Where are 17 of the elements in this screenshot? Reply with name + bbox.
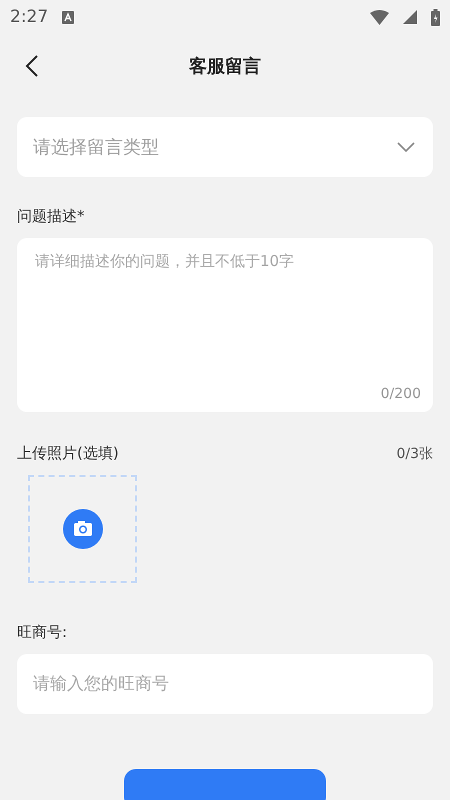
photos-label: 上传照片(选填): [17, 444, 119, 463]
wifi-icon: [370, 10, 389, 24]
description-label: 问题描述*: [17, 207, 84, 226]
account-label: 旺商号:: [17, 623, 68, 642]
notification-icon: [62, 10, 74, 24]
type-dropdown[interactable]: 请选择留言类型: [17, 117, 433, 177]
photo-counter: 0/3张: [396, 444, 433, 462]
page-title: 客服留言: [189, 55, 261, 78]
photo-upload-area[interactable]: [28, 475, 137, 583]
camera-icon: [62, 509, 102, 549]
chevron-down-icon: [397, 142, 415, 152]
status-time: 2:27: [10, 7, 48, 27]
character-counter: 0/200: [380, 386, 421, 402]
battery-icon: [431, 8, 440, 26]
signal-icon: [403, 10, 417, 24]
account-input[interactable]: 请输入您的旺商号: [17, 654, 433, 714]
chevron-left-icon: [25, 54, 39, 78]
